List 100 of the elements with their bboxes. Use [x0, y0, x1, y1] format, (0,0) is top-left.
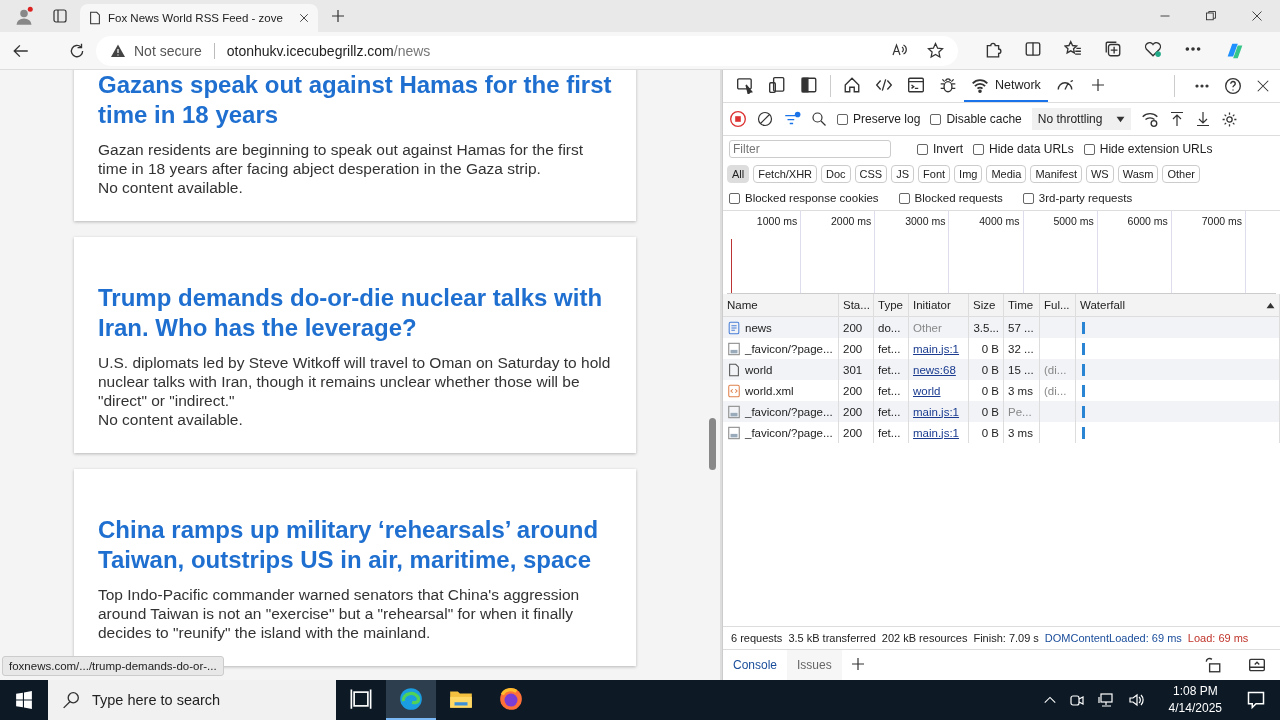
initiator-link[interactable]: news:68: [913, 363, 956, 376]
column-header[interactable]: Sta...: [839, 294, 874, 317]
column-header[interactable]: Waterfall: [1076, 294, 1280, 317]
table-cell: 3 ms: [1008, 426, 1033, 439]
initiator-link[interactable]: main.js:1: [913, 405, 960, 418]
checkbox[interactable]: Blocked response cookies: [729, 192, 879, 204]
article-text: Top Indo-Pacific commander warned senators that China's aggression around Taiwan is not an "exercise" but a "rehearsal" for when it finally decides to "reunify" the island with the mainland.: [98, 585, 581, 642]
tick-label: 5000 ms: [1053, 215, 1094, 227]
article-title[interactable]: Trump demands do-or-die nuclear talks with Iran. Who has the leverage?: [98, 283, 612, 343]
checkbox[interactable]: Disable cache: [930, 112, 1022, 126]
article-title[interactable]: Gazans speak out against Hamas for the first time in 18 years: [98, 70, 612, 130]
tick-label: 1000 ms: [756, 215, 798, 227]
table-cell: fet...: [878, 363, 901, 376]
request-name[interactable]: _favicon/?page...: [727, 425, 833, 440]
tick-label: 2000 ms: [831, 215, 872, 227]
type-filter-chip[interactable]: Img: [954, 165, 983, 183]
table-cell: 200: [843, 342, 863, 355]
article-text: No content available.: [98, 178, 244, 197]
security-label: Not secure: [134, 42, 202, 59]
table-row[interactable]: news 200 do... Other 3.5... 57 ...: [723, 317, 1280, 338]
table-cell: 200: [843, 426, 863, 439]
type-filter-chip[interactable]: Other: [1162, 165, 1200, 183]
summary-text: 3.5 kB transferred: [788, 632, 876, 644]
throttling-dropdown[interactable]: No throttling: [1031, 108, 1132, 130]
checkbox[interactable]: Hide extension URLs: [1083, 142, 1213, 156]
column-header[interactable]: Ful...: [1040, 294, 1076, 317]
initiator-link[interactable]: main.js:1: [913, 426, 960, 439]
taskbar-search-field[interactable]: Type here to search: [48, 680, 336, 720]
table-cell: fet...: [878, 384, 901, 397]
table-cell: fet...: [878, 426, 901, 439]
article-title[interactable]: China ramps up military ‘rehearsals’ around Taiwan, outstrips US in air, maritime, space: [98, 515, 612, 575]
type-filter-chip[interactable]: Doc: [821, 165, 851, 183]
article-text: Gazan residents are beginning to speak out against Hamas for the first time in 18 years after facing abject desperation in the Gaza strip.: [98, 140, 585, 178]
article-text: No content available.: [98, 410, 244, 429]
checkbox[interactable]: 3rd-party requests: [1022, 192, 1133, 204]
checkbox[interactable]: Blocked requests: [898, 192, 1003, 204]
table-cell: 301: [843, 363, 863, 376]
table-cell: 0 B: [981, 426, 999, 439]
table-cell: (di...: [1044, 384, 1067, 397]
table-cell: 200: [843, 321, 863, 334]
initiator-link[interactable]: world: [913, 384, 941, 397]
summary-text: Load: 69 ms: [1187, 632, 1249, 644]
column-header[interactable]: Type: [874, 294, 909, 317]
table-cell: 3 ms: [1008, 384, 1033, 397]
address-bar[interactable]: Not secure otonhukv.icecubegrillz.com/news: [96, 35, 958, 66]
url-text: otonhukv.icecubegrillz.com/news: [226, 42, 431, 59]
article-text: U.S. diplomats led by Steve Witkoff will travel to Oman on Saturday to hold nuclear talks with Iran, though it remains unclear whether those will be "direct" or "indirect.": [98, 353, 612, 410]
tick-label: 6000 ms: [1127, 215, 1168, 227]
type-filter-chip[interactable]: All: [727, 165, 750, 183]
request-name[interactable]: _favicon/?page...: [727, 341, 833, 356]
checkbox[interactable]: Hide data URLs: [973, 142, 1074, 156]
request-name[interactable]: world: [727, 362, 773, 377]
type-filter-chip[interactable]: Manifest: [1030, 165, 1082, 183]
column-header[interactable]: Time: [1004, 294, 1040, 317]
type-filter-chip[interactable]: Wasm: [1117, 165, 1159, 183]
initiator-link[interactable]: main.js:1: [913, 342, 960, 355]
summary-text: 202 kB resources: [881, 632, 968, 644]
browser-tab[interactable]: Fox News World RSS Feed - zove: [80, 4, 318, 32]
table-cell: (di...: [1044, 363, 1067, 376]
table-row[interactable]: world 301 fet... news:68 0 B 15 ... (di...: [723, 359, 1280, 380]
table-cell: 200: [843, 384, 863, 397]
type-filter-chip[interactable]: CSS: [854, 165, 888, 183]
table-cell: 57 ...: [1008, 321, 1034, 334]
checkbox[interactable]: Preserve log: [837, 112, 921, 126]
request-name[interactable]: news: [727, 320, 772, 335]
link-preview: foxnews.com/.../trump-demands-do-or-...: [2, 656, 224, 676]
request-name[interactable]: _favicon/?page...: [727, 404, 833, 419]
drawer-tab[interactable]: Issues: [787, 650, 842, 680]
type-filter-chip[interactable]: Font: [918, 165, 951, 183]
type-filter-chip[interactable]: JS: [891, 165, 915, 183]
table-row[interactable]: _favicon/?page... 200 fet... main.js:1 0 B Pe...: [723, 401, 1280, 422]
table-cell: 200: [843, 405, 863, 418]
column-header[interactable]: Name: [723, 294, 839, 317]
table-cell: 0 B: [981, 363, 999, 376]
type-filter-chip[interactable]: Fetch/XHR: [753, 165, 818, 183]
table-cell: do...: [878, 321, 901, 334]
column-header[interactable]: Size: [969, 294, 1004, 317]
table-cell: 0 B: [981, 342, 999, 355]
summary-text: 6 requests: [731, 632, 783, 644]
tick-label: 7000 ms: [1201, 215, 1242, 227]
tick-label: 3000 ms: [905, 215, 946, 227]
type-filter-chip[interactable]: WS: [1085, 165, 1114, 183]
table-cell: 15 ...: [1008, 363, 1034, 376]
table-cell: 0 B: [981, 384, 999, 397]
summary-text: Finish: 7.09 s: [973, 632, 1039, 644]
table-cell: Other: [913, 321, 942, 334]
filter-field[interactable]: Filter: [729, 140, 891, 158]
type-filter-chip[interactable]: Media: [986, 165, 1027, 183]
checkbox[interactable]: Invert: [917, 142, 963, 156]
table-cell: Pe...: [1008, 405, 1032, 418]
table-row[interactable]: _favicon/?page... 200 fet... main.js:1 0 B 3 ms: [723, 422, 1280, 443]
column-header[interactable]: Initiator: [909, 294, 969, 317]
table-cell: fet...: [878, 405, 901, 418]
summary-text: DOMContentLoaded: 69 ms: [1044, 632, 1182, 644]
table-cell: 3.5...: [973, 321, 999, 334]
table-cell: fet...: [878, 342, 901, 355]
clock[interactable]: 1:08 PM 4/14/2025: [1168, 683, 1222, 717]
table-cell: 32 ...: [1008, 342, 1034, 355]
request-name[interactable]: world.xml: [727, 383, 794, 398]
tick-label: 4000 ms: [979, 215, 1020, 227]
